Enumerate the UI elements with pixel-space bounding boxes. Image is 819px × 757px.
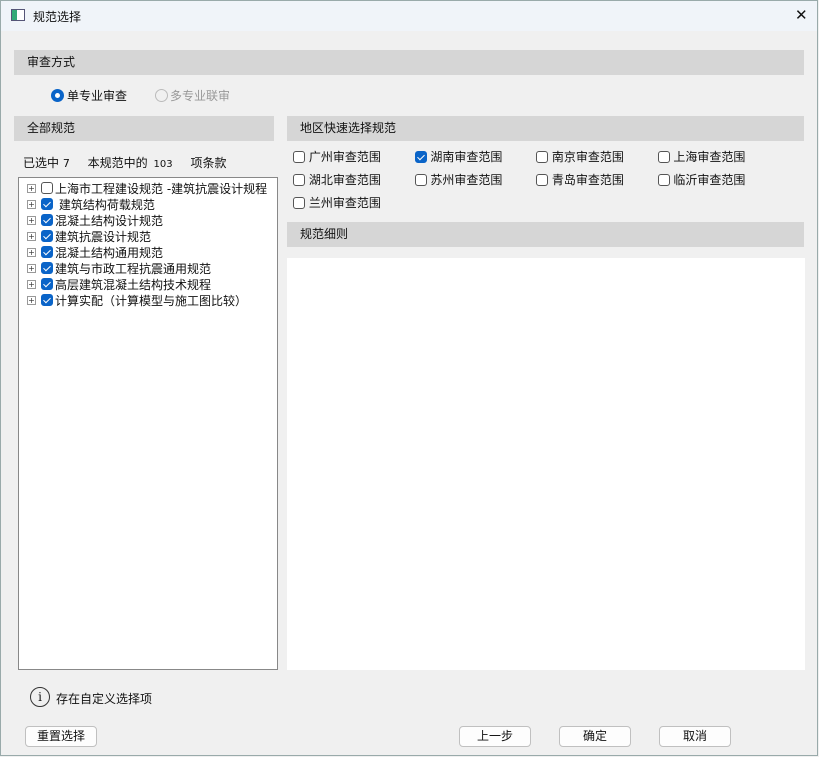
dialog-window: 规范选择 ✕ 审查方式 单专业审查 多专业联审 全部规范 已选中 7 本规范中的… <box>0 0 818 756</box>
tree-item[interactable]: + 建筑与市政工程抗震通用规范 <box>27 260 211 276</box>
checkbox[interactable] <box>293 196 305 209</box>
region-checkbox[interactable]: 南京审查范围 <box>536 148 624 165</box>
expand-icon[interactable]: + <box>27 199 36 209</box>
checkbox[interactable] <box>41 198 53 210</box>
checkbox[interactable] <box>414 150 427 163</box>
checkbox[interactable] <box>41 262 53 274</box>
tree-item[interactable]: + 上海市工程建设规范 -建筑抗震设计规程 <box>27 180 267 196</box>
checkbox[interactable] <box>41 246 53 258</box>
expand-icon[interactable]: + <box>27 295 36 305</box>
tree-item[interactable]: + 计算实配（计算模型与施工图比较） <box>27 292 247 308</box>
tree-item[interactable]: + 建筑结构荷载规范 <box>27 196 155 212</box>
window-title: 规范选择 <box>33 10 82 24</box>
region-header: 地区快速选择规范 <box>287 116 804 141</box>
region-checkbox[interactable]: 湖北审查范围 <box>293 171 381 188</box>
spec-tree[interactable]: + 上海市工程建设规范 -建筑抗震设计规程 + 建筑结构荷载规范 + 混凝土结构设计规范… <box>18 177 278 670</box>
selection-summary: 已选中 7 本规范中的 103 项条款 <box>23 156 227 170</box>
expand-icon[interactable]: + <box>27 183 36 193</box>
info-text: 存在自定义选择项 <box>56 692 153 706</box>
region-checkbox[interactable]: 苏州审查范围 <box>414 171 502 188</box>
checkbox[interactable] <box>41 230 53 242</box>
app-icon <box>11 9 25 21</box>
info-icon: i <box>30 687 50 707</box>
all-specs-header: 全部规范 <box>14 116 274 141</box>
checkbox[interactable] <box>414 173 427 186</box>
radio-single-review[interactable]: 单专业审查 <box>51 87 127 104</box>
tree-item[interactable]: + 建筑抗震设计规范 <box>27 228 151 244</box>
region-checkbox[interactable]: 兰州审查范围 <box>293 194 381 211</box>
checkbox[interactable] <box>41 278 53 290</box>
region-checkbox[interactable]: 青岛审查范围 <box>536 171 624 188</box>
expand-icon[interactable]: + <box>27 263 36 273</box>
selected-count: 7 <box>62 157 70 170</box>
cancel-button[interactable]: 取消 <box>659 726 731 747</box>
expand-icon[interactable]: + <box>27 247 36 257</box>
checkbox[interactable] <box>293 173 305 186</box>
region-checkbox[interactable]: 湖南审查范围 <box>414 148 502 165</box>
region-checkbox[interactable]: 临沂审查范围 <box>657 171 745 188</box>
details-header: 规范细则 <box>287 222 804 247</box>
checkbox[interactable] <box>41 182 53 194</box>
title-bar: 规范选择 ✕ <box>1 1 817 31</box>
details-panel <box>287 258 805 670</box>
radio-selected-icon <box>51 89 64 102</box>
checkbox[interactable] <box>536 173 548 186</box>
region-checkbox[interactable]: 广州审查范围 <box>293 148 381 165</box>
region-checkbox[interactable]: 上海审查范围 <box>657 148 745 165</box>
reset-button[interactable]: 重置选择 <box>25 726 97 747</box>
radio-multi-review: 多专业联审 <box>155 87 230 104</box>
checkbox[interactable] <box>657 150 670 163</box>
radio-icon <box>155 89 168 102</box>
review-mode-header: 审查方式 <box>14 50 804 75</box>
checkbox[interactable] <box>657 173 670 186</box>
checkbox[interactable] <box>536 150 548 163</box>
expand-icon[interactable]: + <box>27 279 36 289</box>
expand-icon[interactable]: + <box>27 215 36 225</box>
close-button[interactable]: ✕ <box>795 6 808 24</box>
total-count: 103 <box>153 159 173 170</box>
ok-button[interactable]: 确定 <box>559 726 631 747</box>
tree-item[interactable]: + 混凝土结构设计规范 <box>27 212 163 228</box>
expand-icon[interactable]: + <box>27 231 36 241</box>
checkbox[interactable] <box>41 294 53 306</box>
prev-button[interactable]: 上一步 <box>459 726 531 747</box>
tree-item[interactable]: + 高层建筑混凝土结构技术规程 <box>27 276 211 292</box>
checkbox[interactable] <box>41 214 53 226</box>
checkbox[interactable] <box>293 150 305 163</box>
tree-item[interactable]: + 混凝土结构通用规范 <box>27 244 163 260</box>
